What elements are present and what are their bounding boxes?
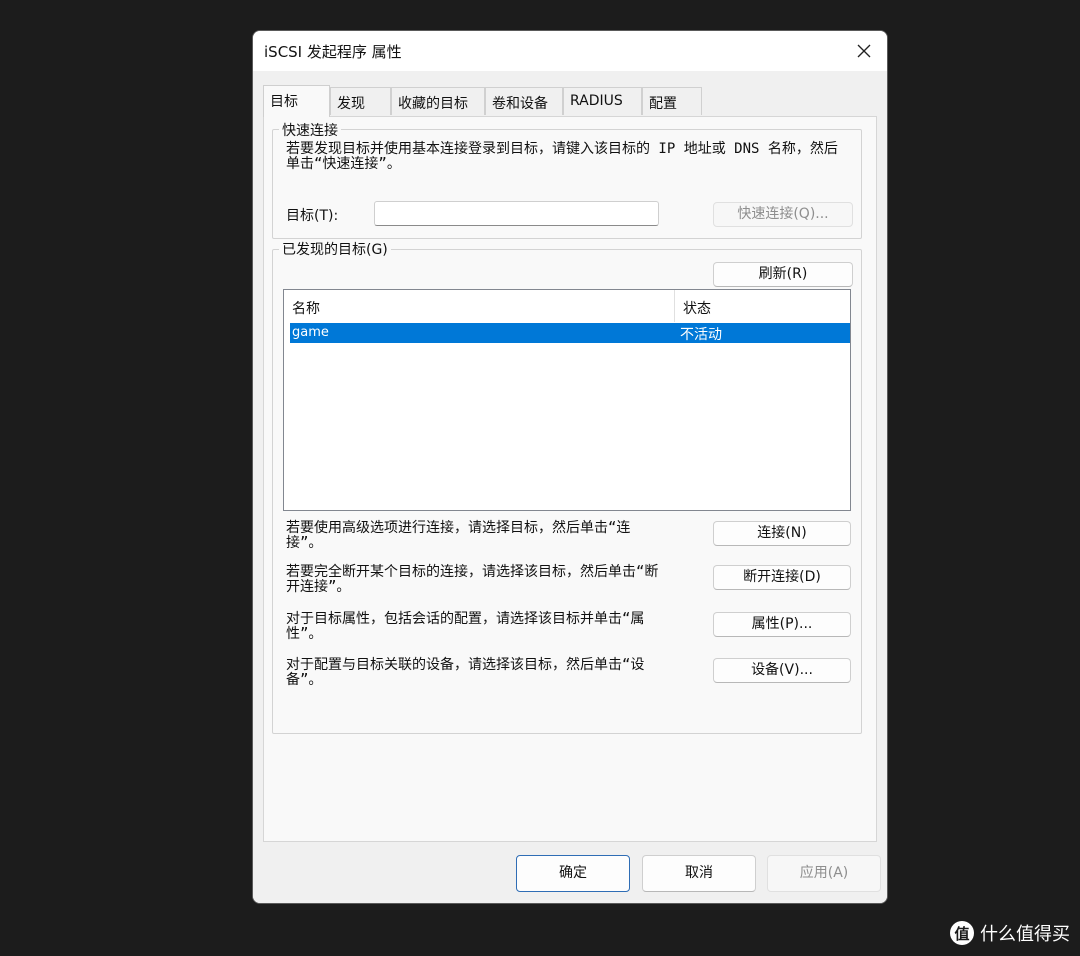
disconnect-description: 若要完全断开某个目标的连接，请选择该目标，然后单击“断开连接”。 — [286, 564, 659, 595]
devices-button[interactable]: 设备(V)... — [713, 658, 851, 683]
ok-button[interactable]: 确定 — [516, 855, 630, 892]
apply-button[interactable]: 应用(A) — [767, 855, 881, 892]
devices-description: 对于配置与目标关联的设备，请选择该目标，然后单击“设备”。 — [286, 657, 645, 688]
dialog-window: iSCSI 发起程序 属性 目标 发现 收藏的目标 卷和设备 RADIUS 配置… — [252, 30, 888, 904]
close-button[interactable] — [841, 31, 887, 71]
row-status-cell: 不活动 — [680, 327, 722, 343]
refresh-button[interactable]: 刷新(R) — [713, 262, 853, 287]
table-row[interactable]: game 不活动 — [290, 323, 850, 343]
tab-configuration[interactable]: 配置 — [642, 87, 702, 115]
column-header-name[interactable]: 名称 — [284, 290, 674, 322]
tab-discovery[interactable]: 发现 — [330, 87, 391, 115]
targets-list[interactable]: 名称 状态 game 不活动 — [283, 289, 851, 511]
dialog-footer: 确定 取消 应用(A) — [253, 842, 887, 903]
close-icon — [857, 44, 871, 58]
quick-connect-title: 快速连接 — [279, 120, 341, 140]
discovered-targets-title: 已发现的目标(G) — [279, 239, 391, 259]
quick-connect-button[interactable]: 快速连接(Q)... — [713, 202, 853, 227]
row-name-cell: game — [292, 325, 329, 340]
cancel-button[interactable]: 取消 — [642, 855, 756, 892]
watermark-text: 什么值得买 — [980, 924, 1070, 945]
title-bar: iSCSI 发起程序 属性 — [253, 31, 887, 71]
quick-connect-description: 若要发现目标并使用基本连接登录到目标，请键入该目标的 IP 地址或 DNS 名称… — [286, 141, 838, 172]
connect-description: 若要使用高级选项进行连接，请选择目标，然后单击“连接”。 — [286, 520, 631, 551]
connect-button[interactable]: 连接(N) — [713, 521, 851, 546]
tab-strip: 目标 发现 收藏的目标 卷和设备 RADIUS 配置 — [263, 85, 883, 117]
watermark-logo-icon: 值 — [950, 921, 974, 945]
tab-panel-targets: 快速连接 若要发现目标并使用基本连接登录到目标，请键入该目标的 IP 地址或 D… — [263, 116, 877, 842]
properties-description: 对于目标属性，包括会话的配置，请选择该目标并单击“属性”。 — [286, 611, 645, 642]
target-input[interactable] — [374, 201, 659, 226]
window-title: iSCSI 发起程序 属性 — [264, 43, 402, 61]
target-label: 目标(T): — [286, 208, 339, 224]
list-header: 名称 状态 — [284, 290, 850, 322]
properties-button[interactable]: 属性(P)... — [713, 612, 851, 637]
tab-radius[interactable]: RADIUS — [563, 87, 642, 115]
disconnect-button[interactable]: 断开连接(D) — [713, 565, 851, 590]
tab-volumes-devices[interactable]: 卷和设备 — [485, 87, 563, 115]
watermark: 值 什么值得买 — [950, 920, 1070, 946]
tab-favorite-targets[interactable]: 收藏的目标 — [391, 87, 485, 115]
column-header-status[interactable]: 状态 — [674, 290, 850, 322]
tab-targets[interactable]: 目标 — [263, 85, 330, 117]
